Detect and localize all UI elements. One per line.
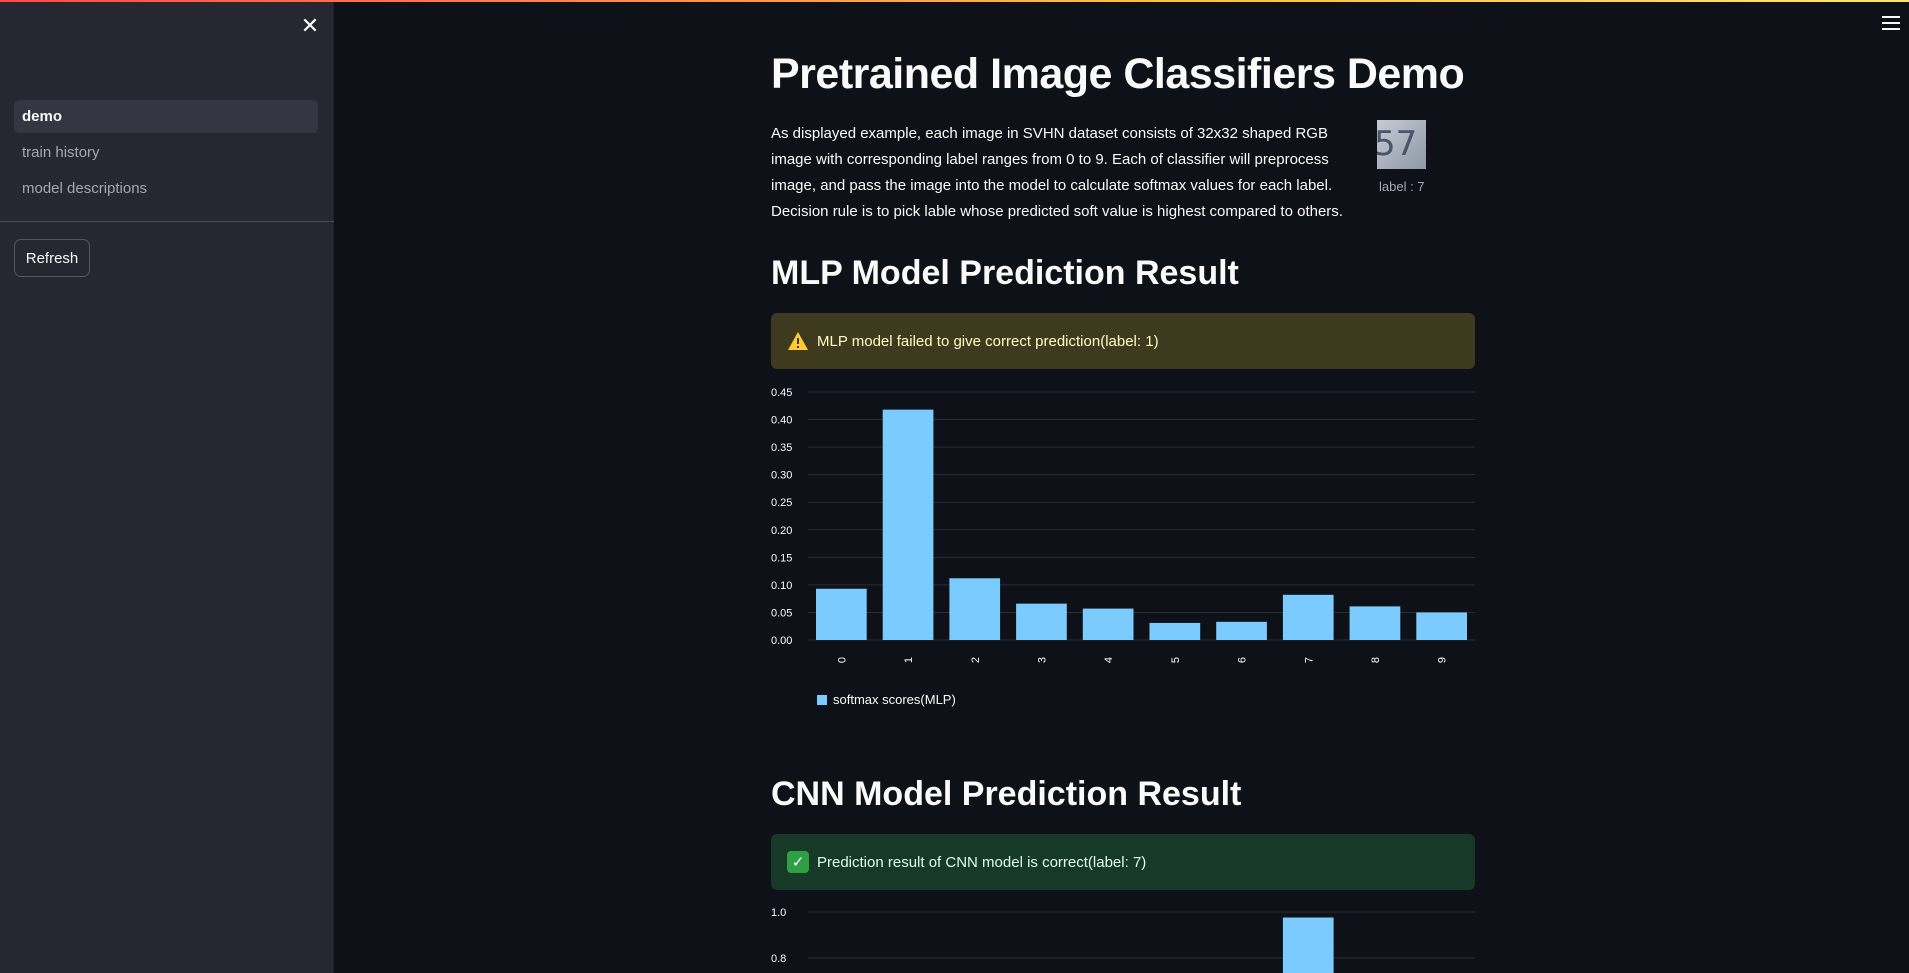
sidebar: ✕ demo train history model descriptions …: [0, 0, 334, 973]
cnn-chart-svg: 0.8 1.0: [771, 907, 1475, 973]
y-tick-label: 0.00: [771, 635, 792, 647]
mlp-warning-alert: MLP model failed to give correct predict…: [771, 313, 1475, 369]
y-tick-label: 1.0: [771, 907, 786, 919]
close-icon[interactable]: ✕: [298, 13, 322, 38]
warning-icon: [787, 330, 809, 352]
bar: [1016, 603, 1067, 640]
y-tick-label: 0.20: [771, 525, 792, 537]
sidebar-divider: [0, 221, 334, 222]
sidebar-item-label: model descriptions: [22, 180, 148, 197]
bar: [1282, 917, 1334, 973]
y-tick-label: 0.35: [771, 442, 792, 454]
bar: [1349, 606, 1401, 640]
x-tick-label: 8: [1370, 657, 1382, 663]
sidebar-item-label: train history: [22, 144, 100, 161]
bar: [1416, 612, 1467, 640]
cnn-softmax-chart: 0.8 1.0: [771, 900, 1475, 973]
mlp-section-title: MLP Model Prediction Result: [771, 254, 1239, 292]
bar: [949, 578, 1001, 640]
cnn-success-alert: ✓ Prediction result of CNN model is corr…: [771, 834, 1475, 890]
top-decoration-bar: [0, 0, 1909, 2]
y-tick-label: 0.45: [771, 387, 792, 399]
y-tick-label: 0.25: [771, 497, 792, 509]
sidebar-item-train-history[interactable]: train history: [14, 136, 318, 169]
x-tick-label: 3: [1036, 657, 1048, 663]
sample-image-caption: label : 7: [1379, 179, 1425, 194]
y-tick-label: 0.05: [771, 607, 792, 619]
cnn-section-title: CNN Model Prediction Result: [771, 775, 1242, 813]
y-tick-label: 0.15: [771, 552, 792, 564]
cnn-alert-text: Prediction result of CNN model is correc…: [817, 853, 1147, 871]
mlp-softmax-chart: 0.00 0.05 0.10 0.15 0.20 0.25 0.30 0.35 0.40 0.45…: [771, 381, 1475, 716]
check-icon: ✓: [787, 851, 809, 873]
y-tick-label: 0.30: [771, 470, 792, 482]
sidebar-item-model-descriptions[interactable]: model descriptions: [14, 172, 318, 205]
x-tick-label: 4: [1103, 657, 1115, 663]
sidebar-item-demo[interactable]: demo: [14, 100, 318, 133]
page-title: Pretrained Image Classifiers Demo: [771, 50, 1465, 98]
refresh-button[interactable]: Refresh: [14, 239, 90, 277]
x-tick-label: 6: [1237, 657, 1249, 663]
intro-paragraph: As displayed example, each image in SVHN…: [771, 125, 1343, 220]
x-tick-label: 1: [903, 657, 915, 663]
y-tick-label: 0.8: [771, 953, 786, 965]
bar: [816, 588, 867, 640]
mlp-chart-svg: 0.00 0.05 0.10 0.15 0.20 0.25 0.30 0.35 0.40 0.45…: [771, 387, 1475, 707]
hamburger-menu-icon[interactable]: [1882, 16, 1900, 30]
bar: [1216, 621, 1267, 640]
sidebar-nav: demo train history model descriptions: [14, 100, 318, 208]
sample-image-digits: 57: [1377, 124, 1418, 164]
bar: [882, 409, 934, 640]
legend-swatch: [817, 695, 827, 705]
bar: [1082, 608, 1134, 640]
legend-label: softmax scores(MLP): [833, 692, 956, 707]
x-tick-label: 2: [970, 657, 982, 663]
y-tick-label: 0.10: [771, 580, 792, 592]
x-tick-label: 7: [1303, 657, 1315, 663]
x-tick-label: 9: [1437, 657, 1449, 663]
x-tick-label: 0: [836, 657, 848, 663]
x-tick-label: 5: [1170, 657, 1182, 663]
sidebar-item-label: demo: [22, 108, 63, 125]
y-tick-label: 0.40: [771, 415, 792, 427]
mlp-alert-text: MLP model failed to give correct predict…: [817, 332, 1159, 350]
sample-image: 57: [1377, 120, 1426, 169]
bar: [1282, 594, 1334, 640]
bar: [1149, 622, 1201, 640]
